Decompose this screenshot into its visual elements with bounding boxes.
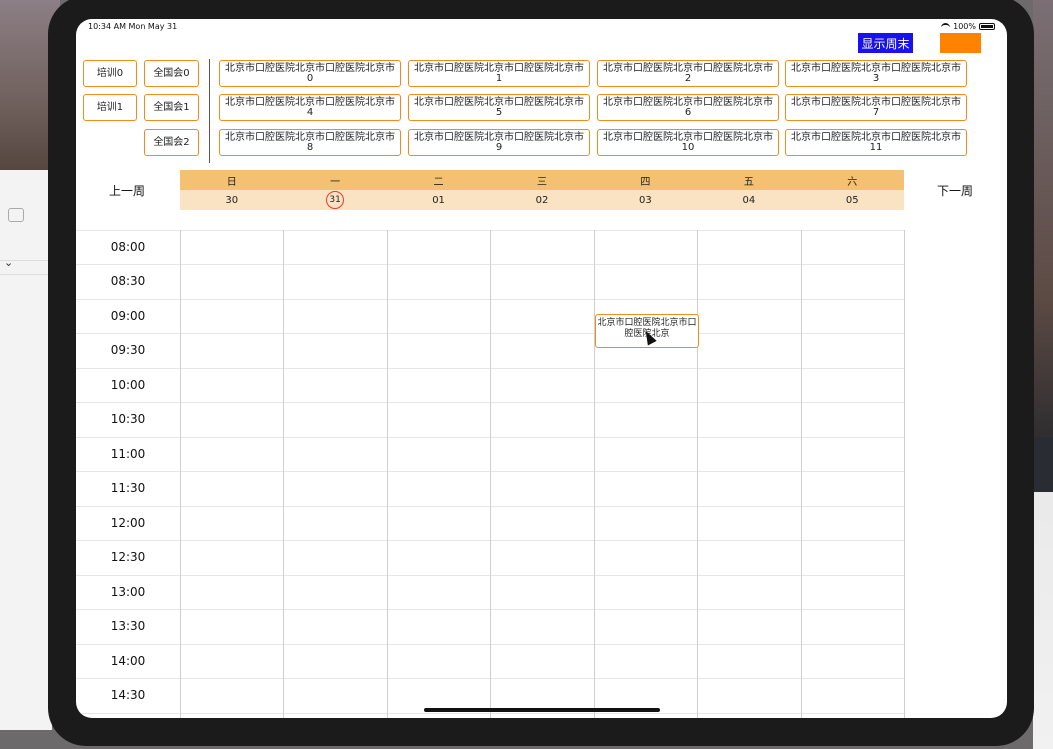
tag-national-2[interactable]: 全国会2 (144, 129, 199, 156)
next-week-button[interactable]: 下一周 (937, 182, 973, 199)
time-label: 12:30 (110, 550, 146, 564)
weekday-label: 二 (433, 176, 444, 188)
orange-action-button[interactable] (940, 33, 981, 53)
time-label: 13:30 (110, 619, 146, 633)
wifi-icon (941, 23, 951, 30)
date-cell[interactable]: 04 (697, 190, 800, 210)
time-label: 14:00 (110, 654, 146, 668)
time-label: 08:00 (110, 240, 146, 254)
tag-hospital-6[interactable]: 北京市口腔医院北京市口腔医院北京市6 (597, 94, 779, 121)
tag-training-0[interactable]: 培训0 (83, 60, 137, 87)
tag-hospital-10[interactable]: 北京市口腔医院北京市口腔医院北京市10 (597, 129, 779, 156)
time-label: 11:00 (110, 447, 146, 461)
time-label: 14:30 (110, 688, 146, 702)
time-label: 10:30 (110, 412, 146, 426)
tag-hospital-4[interactable]: 北京市口腔医院北京市口腔医院北京市4 (219, 94, 401, 121)
time-label: 11:30 (110, 481, 146, 495)
tag-divider (209, 59, 210, 163)
time-label: 09:00 (110, 309, 146, 323)
date-cell[interactable]: 30 (180, 190, 283, 210)
background-app-panel: ⌄ (0, 170, 52, 730)
status-time: 10:34 AM Mon May 31 (88, 22, 178, 31)
tag-national-1[interactable]: 全国会1 (144, 94, 199, 121)
time-label: 09:30 (110, 343, 146, 357)
tag-hospital-5[interactable]: 北京市口腔医院北京市口腔医院北京市5 (408, 94, 590, 121)
schedule-grid: 08:00 08:30 09:00 09:30 10:00 10:30 11:0… (76, 230, 905, 718)
time-label: 08:30 (110, 274, 146, 288)
date-cell[interactable]: 02 (490, 190, 593, 210)
show-weekend-button[interactable]: 显示周末 (858, 33, 913, 53)
battery-icon (979, 23, 995, 30)
status-indicators: 100% (941, 22, 995, 31)
chevron-down-icon: ⌄ (4, 256, 14, 269)
battery-percent: 100% (953, 22, 976, 31)
weekday-row: 日 一 二 三 四 五 六 (180, 170, 904, 190)
tag-hospital-2[interactable]: 北京市口腔医院北京市口腔医院北京市2 (597, 60, 779, 87)
time-label: 10:00 (110, 378, 146, 392)
weekday-label: 一 (330, 176, 341, 188)
tag-training-1[interactable]: 培训1 (83, 94, 137, 121)
date-row: 30 31 01 02 03 04 05 (180, 190, 904, 210)
tag-hospital-11[interactable]: 北京市口腔医院北京市口腔医院北京市11 (785, 129, 967, 156)
tag-hospital-9[interactable]: 北京市口腔医院北京市口腔医院北京市9 (408, 129, 590, 156)
tag-national-0[interactable]: 全国会0 (144, 60, 199, 87)
weekday-label: 三 (536, 176, 547, 188)
time-label: 12:00 (110, 516, 146, 530)
week-header: 日 一 二 三 四 五 六 30 31 01 02 03 04 05 (180, 170, 904, 210)
tag-hospital-3[interactable]: 北京市口腔医院北京市口腔医院北京市3 (785, 60, 967, 87)
home-indicator[interactable] (424, 708, 660, 712)
weekday-label: 四 (640, 176, 651, 188)
prev-week-button[interactable]: 上一周 (109, 182, 145, 199)
tag-hospital-8[interactable]: 北京市口腔医院北京市口腔医院北京市8 (219, 129, 401, 156)
date-cell[interactable]: 05 (801, 190, 904, 210)
background-window-edge (1033, 0, 1053, 749)
app-icon (8, 208, 24, 222)
schedule-cells[interactable] (76, 230, 905, 718)
weekday-label: 日 (226, 176, 237, 188)
date-cell[interactable]: 03 (594, 190, 697, 210)
date-cell-today[interactable]: 31 (283, 190, 386, 210)
tag-hospital-1[interactable]: 北京市口腔医院北京市口腔医院北京市1 (408, 60, 590, 87)
tag-hospital-0[interactable]: 北京市口腔医院北京市口腔医院北京市0 (219, 60, 401, 87)
weekday-label: 五 (743, 176, 754, 188)
today-marker: 31 (326, 191, 345, 209)
ipad-screen: 10:34 AM Mon May 31 100% 显示周末 培训0 培训1 全国… (76, 19, 1007, 718)
weekday-label: 六 (847, 176, 858, 188)
tag-hospital-7[interactable]: 北京市口腔医院北京市口腔医院北京市7 (785, 94, 967, 121)
date-cell[interactable]: 01 (387, 190, 490, 210)
time-label: 13:00 (110, 585, 146, 599)
